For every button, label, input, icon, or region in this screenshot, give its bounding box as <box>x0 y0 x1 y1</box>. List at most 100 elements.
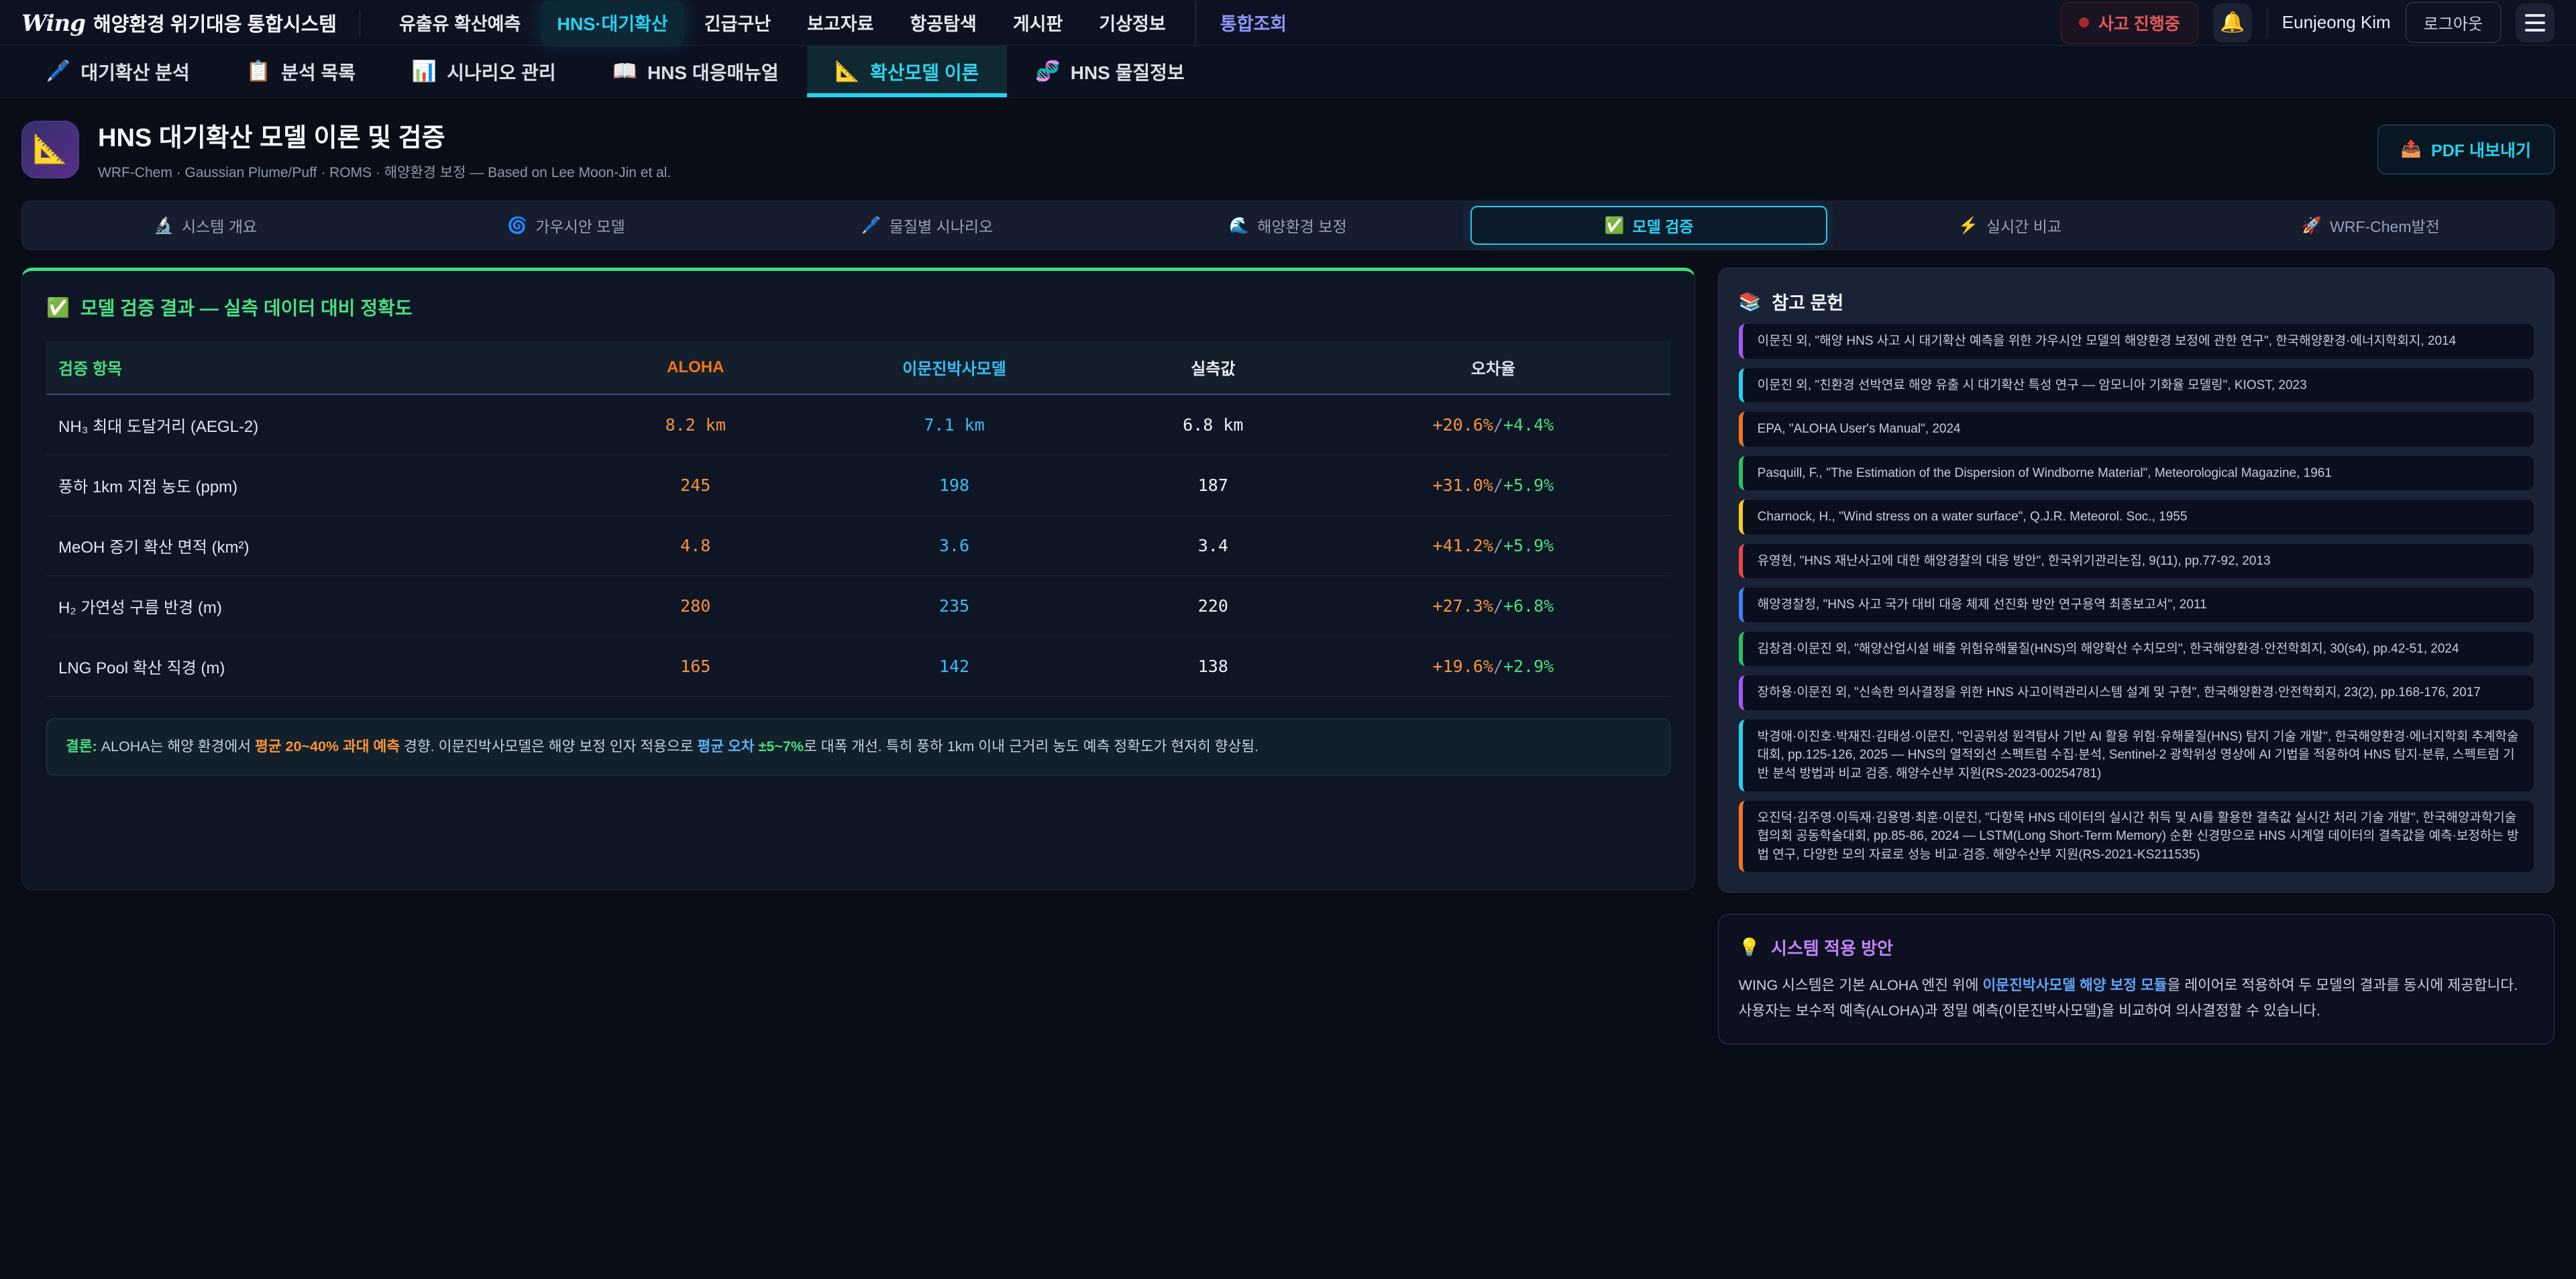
main-nav-item[interactable]: 유출유 확산예측 <box>383 1 537 44</box>
dna-icon: 🧬 <box>1035 60 1060 83</box>
application-segment: 이문진박사모델 해양 보정 모듈 <box>1983 977 2167 993</box>
status-badge-label: 사고 진행중 <box>2098 11 2180 35</box>
aloha-error-value: +20.6% <box>1433 415 1493 435</box>
sub-navigation: 🖊️대기확산 분석📋분석 목록📊시나리오 관리📖HNS 대응매뉴얼 📐 확산모델 이… <box>0 46 2576 98</box>
main-nav-item[interactable]: HNS·대기확산 <box>541 1 684 44</box>
bell-icon: 🔔 <box>2220 11 2245 34</box>
main-nav-item[interactable]: 게시판 <box>997 1 1079 44</box>
references-list: 이문진 외, "해양 HNS 사고 시 대기확산 예측을 위한 가우시안 모델의… <box>1739 324 2534 872</box>
lee-error-value: +2.9% <box>1503 657 1554 676</box>
notifications-button[interactable]: 🔔 <box>2213 3 2252 42</box>
sub-nav-tab-label: 확산모델 이론 <box>870 58 979 85</box>
menu-icon <box>2525 14 2545 32</box>
validation-item-cell: MeOH 증기 확산 면적 (km²) <box>46 516 592 576</box>
section-tab-label: 물질별 시나리오 <box>890 214 994 237</box>
reference-item: EPA, "ALOHA User's Manual", 2024 <box>1739 412 2534 447</box>
reference-text: 박경애·이진호·박재진·김태성·이문진, "인공위성 원격탐사 기반 AI 활용… <box>1758 728 2519 783</box>
sub-nav-tab-label: 대기확산 분석 <box>80 58 189 85</box>
conclusion-segment: ALOHA는 해양 환경에서 <box>97 738 255 755</box>
aloha-value-cell: 245 <box>592 455 799 516</box>
conclusion-segment: 평균 20~40% 과대 예측 <box>255 738 400 755</box>
section-tab[interactable]: ⚡실시간 비교 <box>1831 206 2188 245</box>
wave-icon: 🌊 <box>1229 216 1249 235</box>
sub-nav-tab[interactable]: 🧬 HNS 물질정보 <box>1007 46 1212 97</box>
lee-model-value-cell: 235 <box>799 576 1110 636</box>
sub-nav-tab[interactable]: 📖HNS 대응매뉴얼 <box>584 46 807 97</box>
book-icon: 📖 <box>612 60 637 83</box>
application-body: WING 시스템은 기본 ALOHA 엔진 위에 이문진박사모델 해양 보정 모… <box>1739 973 2534 1023</box>
section-tab[interactable]: 🌊 해양환경 보정 <box>1110 206 1466 245</box>
aloha-error-value: +19.6% <box>1433 657 1493 676</box>
nav-right-cluster: 사고 진행중 🔔 Eunjeong Kim 로그아웃 <box>2061 2 2555 44</box>
validation-panel-title: 모델 검증 결과 — 실측 데이터 대비 정확도 <box>80 294 413 321</box>
table-row: 풍하 1km 지점 농도 (ppm)245198187+31.0%/+5.9% <box>46 455 1670 516</box>
sub-nav-tab[interactable]: 📐 확산모델 이론 <box>807 46 1008 97</box>
reference-text: 김창겸·이문진 외, "해양산업시설 배출 위험유해물질(HNS)의 해양확산 … <box>1758 640 2459 659</box>
books-icon: 📚 <box>1739 291 1762 313</box>
section-tab-label: 해양환경 보정 <box>1257 214 1346 237</box>
section-tabs-bar: 🔬시스템 개요🌀가우시안 모델🖊️물질별 시나리오 🌊 해양환경 보정 ✅모델 검증⚡… <box>21 201 2555 250</box>
measured-value-cell: 187 <box>1110 455 1317 516</box>
logout-button[interactable]: 로그아웃 <box>2406 2 2501 43</box>
main-nav-item[interactable]: 기상정보 <box>1083 1 1181 44</box>
sub-nav-tab[interactable]: 📋분석 목록 <box>218 46 384 97</box>
sub-nav-tab[interactable]: 📊시나리오 관리 <box>384 46 584 97</box>
error-separator: / <box>1493 415 1503 435</box>
references-panel: 📚 참고 문헌 이문진 외, "해양 HNS 사고 시 대기확산 예측을 위한 … <box>1718 268 2555 893</box>
incident-status-badge: 사고 진행중 <box>2061 2 2198 44</box>
conclusion-note: 결론: ALOHA는 해양 환경에서 평균 20~40% 과대 예측 경향. 이… <box>46 718 1670 775</box>
reference-item: 이문진 외, "해양 HNS 사고 시 대기확산 예측을 위한 가우시안 모델의… <box>1739 324 2534 359</box>
reference-item: 유영현, "HNS 재난사고에 대한 해양경찰의 대응 방안", 한국위기관리논… <box>1739 544 2534 579</box>
pdf-export-button[interactable]: 📤 PDF 내보내기 <box>2377 125 2555 174</box>
check-icon: ✅ <box>46 296 70 319</box>
application-segment: WING 시스템은 기본 ALOHA 엔진 위에 <box>1739 977 1983 993</box>
reference-text: 장하용·이문진 외, "신속한 의사결정을 위한 HNS 사고이력관리시스템 설… <box>1758 683 2481 702</box>
main-nav-item[interactable]: 통합조회 <box>1195 1 1303 44</box>
lee-error-value: +5.9% <box>1503 476 1554 495</box>
table-row: LNG Pool 확산 직경 (m)165142138+19.6%/+2.9% <box>46 636 1670 697</box>
sub-nav-tab-label: 분석 목록 <box>281 58 356 85</box>
lee-model-value-cell: 3.6 <box>799 516 1110 576</box>
system-application-panel: 💡 시스템 적용 방안 WING 시스템은 기본 ALOHA 엔진 위에 이문진… <box>1718 914 2555 1044</box>
sub-nav-tab-label: 시나리오 관리 <box>447 58 555 85</box>
page-title: HNS 대기확산 모델 이론 및 검증 <box>98 117 671 154</box>
aloha-value-cell: 165 <box>592 636 799 697</box>
page-subtitle: WRF-Chem · Gaussian Plume/Puff · ROMS · … <box>98 162 671 182</box>
error-separator: / <box>1493 476 1503 495</box>
reference-text: 해양경찰청, "HNS 사고 국가 대비 대응 체제 선진화 방안 연구용역 최… <box>1758 596 2207 614</box>
references-title: 참고 문헌 <box>1772 288 1843 315</box>
reference-item: 이문진 외, "친환경 선박연료 해양 유출 시 대기확산 특성 연구 — 암모… <box>1739 368 2534 403</box>
error-rate-cell: +41.2%/+5.9% <box>1316 516 1670 576</box>
measured-value-cell: 6.8 km <box>1110 394 1317 455</box>
conclusion-segment: 경향. 이문진박사모델은 해양 보정 인자 적용으로 <box>400 738 697 755</box>
main-menu: 유출유 확산예측HNS·대기확산긴급구난보고자료항공탐색게시판기상정보 통합조회 <box>383 1 1303 44</box>
sub-nav-tab-label: HNS 물질정보 <box>1071 58 1185 85</box>
reference-item: 장하용·이문진 외, "신속한 의사결정을 위한 HNS 사고이력관리시스템 설… <box>1739 675 2534 710</box>
lee-model-value-cell: 142 <box>799 636 1110 697</box>
rocket-icon: 🚀 <box>2302 216 2322 235</box>
section-tab[interactable]: 🌀가우시안 모델 <box>388 206 745 245</box>
section-tab[interactable]: 🔬시스템 개요 <box>27 206 384 245</box>
section-tab[interactable]: 🖊️물질별 시나리오 <box>749 206 1106 245</box>
application-title: 시스템 적용 방안 <box>1771 935 1893 960</box>
export-icon: 📤 <box>2401 140 2422 159</box>
column-header: 실측값 <box>1110 341 1317 394</box>
validation-table: 검증 항목ALOHA이문진박사모델실측값오차율 NH₃ 최대 도달거리 (AEG… <box>46 341 1670 697</box>
section-tab-label: 모델 검증 <box>1632 214 1693 237</box>
conclusion-segment: 결론: <box>66 738 97 755</box>
main-nav-item[interactable]: 항공탐색 <box>894 1 992 44</box>
app-logo: Wing 해양환경 위기대응 통합시스템 <box>21 9 337 37</box>
triangular-ruler-icon: 📐 <box>835 60 860 83</box>
lee-error-value: +6.8% <box>1503 596 1554 616</box>
reference-item: Pasquill, F., "The Estimation of the Dis… <box>1739 456 2534 491</box>
section-tab[interactable]: ✅모델 검증 <box>1470 206 1827 245</box>
section-tab[interactable]: 🚀WRF-Chem발전 <box>2192 206 2549 245</box>
main-nav-item[interactable]: 보고자료 <box>791 1 890 44</box>
lee-error-value: +4.4% <box>1503 415 1554 435</box>
table-row: NH₃ 최대 도달거리 (AEGL-2)8.2 km7.1 km6.8 km+2… <box>46 394 1670 455</box>
main-nav-item[interactable]: 긴급구난 <box>688 1 787 44</box>
hamburger-menu-button[interactable] <box>2516 3 2555 42</box>
sub-nav-tab[interactable]: 🖊️대기확산 분석 <box>17 46 218 97</box>
aloha-error-value: +27.3% <box>1433 596 1493 616</box>
column-header: 오차율 <box>1316 341 1670 394</box>
